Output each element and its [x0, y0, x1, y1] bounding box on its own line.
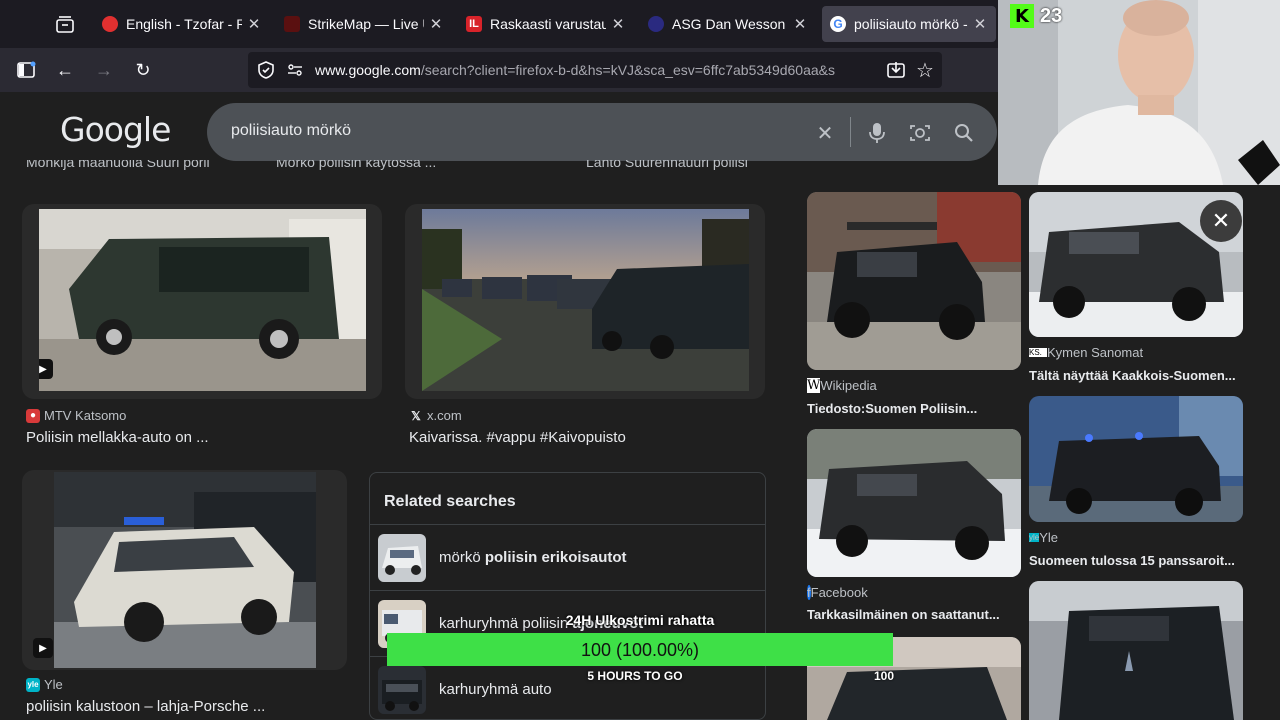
tab-bar: English - Tzofar - Re ✕ StrikeMap — Live… [0, 0, 998, 48]
source-name: x.com [427, 408, 462, 423]
armored-vehicle-image[interactable] [807, 192, 1021, 370]
source-name: Facebook [810, 585, 868, 600]
result-source[interactable]: yle Yle [1029, 530, 1058, 545]
result-source[interactable]: W Wikipedia [807, 378, 877, 393]
armored-vehicle-winter-image[interactable] [807, 429, 1021, 577]
source-name: Wikipedia [820, 378, 877, 393]
search-input[interactable]: poliisiauto mörkö [231, 122, 351, 140]
url-path: /search?client=firefox-b-d&hs=kVJ&sca_es… [420, 62, 835, 78]
wikipedia-icon: W [807, 378, 821, 393]
tab-asg[interactable]: ASG Dan Wesson A2 ✕ [648, 6, 808, 42]
result-title[interactable]: Kaivarissa. #vappu #Kaivopuisto [409, 429, 626, 446]
asg-icon [648, 16, 664, 32]
result-source[interactable]: f Facebook [807, 585, 868, 600]
result-source[interactable]: KS. Kymen Sanomat [1029, 345, 1143, 360]
tab-iltalehti[interactable]: IL Raskaasti varustautu ✕ [466, 6, 626, 42]
related-prefix: karhuryhmä auto [439, 681, 552, 698]
result-title[interactable]: poliisin kalustoon – lahja-Porsche ... [26, 698, 265, 715]
tab-strikemap[interactable]: StrikeMap — Live US ✕ [284, 6, 444, 42]
tab-label: StrikeMap — Live US [308, 16, 424, 32]
tab-label: English - Tzofar - Re [126, 16, 242, 32]
google-results-page: Google poliisiauto mörkö ✕ Mönkijä maahu… [0, 92, 1280, 720]
related-searches-title: Related searches [384, 493, 516, 510]
clear-search-icon[interactable]: ✕ [813, 121, 837, 145]
previous-row-text: Mönkijä maahuolla Suuri porii Mörkö poli… [26, 160, 986, 170]
kick-logo-icon: K [1010, 4, 1034, 28]
divider [850, 117, 851, 147]
result-title[interactable]: Tältä näyttää Kaakkois-Suomen... [1029, 368, 1244, 383]
url-bar[interactable]: www.google.com/search?client=firefox-b-d… [248, 52, 942, 88]
cut-title: Mörkö poliisin käytössä ... [276, 160, 437, 170]
yle-icon: yle [26, 677, 40, 692]
back-button[interactable]: ← [51, 56, 79, 84]
google-icon: G [830, 16, 846, 32]
tab-google[interactable]: G poliisiauto mörkö - G ✕ [822, 6, 996, 42]
related-bold: poliisin erikoisautot [484, 549, 627, 566]
related-search-item[interactable]: mörkö poliisin erikoisautot [370, 524, 765, 590]
yle-icon: yle [1029, 533, 1040, 542]
permissions-icon[interactable] [286, 61, 304, 79]
red-alert-icon [102, 16, 118, 32]
close-tab-icon[interactable]: ✕ [610, 15, 626, 33]
stream-goal-bar: 100 (100.00%) [387, 633, 893, 666]
reload-button[interactable]: ↻ [129, 56, 157, 84]
sidebar-icon[interactable] [12, 56, 40, 84]
viewer-count: 23 [1040, 4, 1063, 27]
result-source[interactable]: ● MTV Katsomo [26, 408, 126, 423]
cut-title: Lähtö Suurennauuri poliisi [586, 160, 748, 170]
search-box[interactable]: poliisiauto mörkö ✕ [207, 103, 997, 161]
result-title[interactable]: Tiedosto:Suomen Poliisin... [807, 401, 1022, 416]
source-name: MTV Katsomo [44, 408, 127, 423]
parked-vans-image[interactable] [422, 209, 749, 391]
close-preview-button[interactable]: ✕ [1200, 200, 1242, 242]
related-search-text: karhuryhmä auto [439, 681, 552, 698]
police-van-image[interactable]: ▶ [39, 209, 366, 391]
kymen-sanomat-icon: KS. [1029, 348, 1047, 357]
strikemap-icon [284, 16, 300, 32]
navigation-bar: ← → ↻ www.google.com/search?client=firef… [0, 48, 998, 92]
armored-vehicle-indoor-image[interactable] [1029, 396, 1243, 522]
microphone-icon[interactable] [865, 121, 889, 145]
source-name: Yle [44, 677, 63, 692]
close-tab-icon[interactable]: ✕ [246, 15, 262, 33]
tab-label: poliisiauto mörkö - G [854, 16, 968, 32]
close-tab-icon[interactable]: ✕ [972, 15, 988, 33]
bookmark-star-icon[interactable]: ☆ [916, 58, 934, 83]
stream-goal-title: 24H Ulkostrimi rahatta [565, 612, 715, 628]
related-search-text: mörkö poliisin erikoisautot [439, 549, 627, 566]
tab-label: Raskaasti varustautu [490, 16, 606, 32]
cut-title: Mönkijä maahuolla Suuri porii [26, 160, 210, 170]
tab-overview-icon[interactable] [54, 14, 76, 34]
play-video-icon[interactable]: ▶ [39, 359, 53, 379]
google-logo[interactable]: Google [60, 110, 171, 149]
tab-label: ASG Dan Wesson A2 [672, 16, 788, 32]
related-thumbnail [378, 534, 426, 582]
lens-camera-icon[interactable] [908, 121, 932, 145]
reader-view-icon[interactable] [886, 60, 906, 80]
result-title[interactable]: Suomeen tulossa 15 panssaroit... [1029, 553, 1244, 568]
iltalehti-icon: IL [466, 16, 482, 32]
url-host: www.google.com [315, 62, 421, 78]
mtv-icon: ● [26, 408, 40, 423]
play-video-icon[interactable]: ▶ [33, 638, 53, 658]
tab-tzofar[interactable]: English - Tzofar - Re ✕ [102, 6, 262, 42]
x-logo-icon: 𝕏 [411, 408, 421, 423]
source-name: Kymen Sanomat [1047, 345, 1144, 360]
stream-goal-subtitle: 5 HOURS TO GO [587, 669, 683, 683]
shield-icon[interactable] [256, 60, 276, 80]
close-tab-icon[interactable]: ✕ [428, 15, 444, 33]
forward-button[interactable]: → [90, 56, 118, 84]
stream-goal-value: 100 (100.00%) [580, 640, 700, 660]
result-source[interactable]: yle Yle [26, 677, 63, 692]
url-text[interactable]: www.google.com/search?client=firefox-b-d… [315, 62, 875, 78]
result-title[interactable]: Poliisin mellakka-auto on ... [26, 429, 209, 446]
source-name: Yle [1039, 530, 1059, 545]
armored-vehicle-dark-image[interactable] [1029, 581, 1243, 720]
search-icon[interactable] [952, 121, 976, 145]
police-porsche-image[interactable] [54, 472, 316, 668]
close-tab-icon[interactable]: ✕ [792, 15, 808, 33]
kick-viewer-badge: K 23 [1010, 4, 1062, 28]
related-prefix: mörkö [439, 549, 485, 566]
result-source[interactable]: 𝕏 x.com [409, 408, 462, 423]
